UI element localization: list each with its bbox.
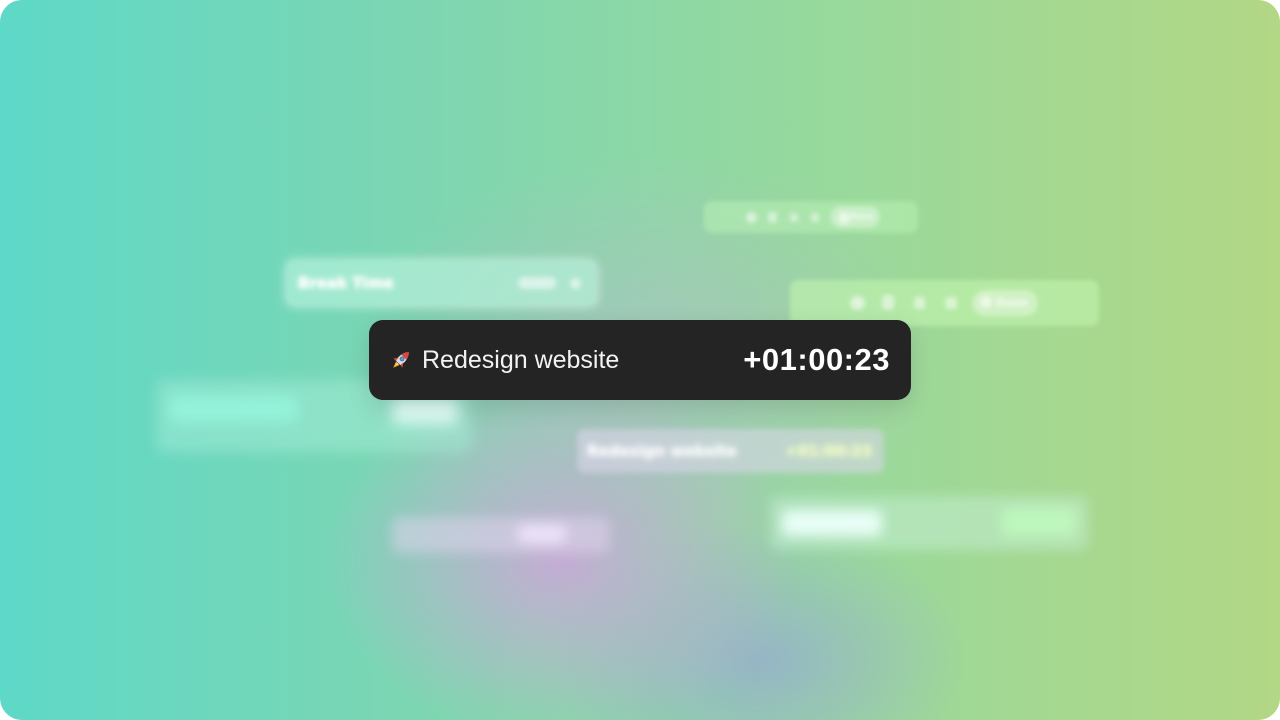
- ghost-card-lower-left: [392, 517, 610, 553]
- ghost-lower-badge: [518, 525, 566, 543]
- ghost-center-label: Redesign website: [587, 442, 737, 460]
- rocket-icon: [393, 352, 409, 368]
- active-timer-card[interactable]: Redesign website +01:00:23: [369, 320, 911, 400]
- done-pill: Done: [831, 207, 879, 227]
- ghost-left-label: [170, 396, 298, 422]
- ghost-break-card: Break Time: [286, 260, 597, 306]
- note-icon: [768, 212, 777, 223]
- skip-icon: [811, 213, 819, 222]
- comment-icon: [850, 296, 865, 310]
- ghost-toolbar-small: Done: [704, 201, 918, 233]
- break-badge: [518, 277, 556, 289]
- ghost-card-center: Redesign website +01:00:23: [577, 429, 884, 473]
- ghost-center-timer: +01:00:23: [785, 442, 873, 460]
- break-more-icon: [570, 278, 581, 289]
- done-pill: Done: [973, 291, 1037, 315]
- comment-icon: [746, 212, 757, 223]
- note-icon: [882, 295, 894, 310]
- elapsed-timer: +01:00:23: [743, 342, 890, 377]
- ghost-card-lower-right: [770, 496, 1088, 550]
- background-canvas: Done Break Time Done Redesign website +0…: [0, 0, 1280, 720]
- break-label: Break Time: [298, 274, 394, 292]
- stop-icon: [914, 297, 925, 309]
- ghost-lower-right-label: [782, 510, 882, 536]
- skip-icon: [945, 297, 957, 309]
- ghost-left-badge: [392, 398, 458, 424]
- ghost-lower-right-badge: [1002, 508, 1076, 536]
- task-name: Redesign website: [422, 346, 620, 374]
- stop-icon: [790, 213, 798, 222]
